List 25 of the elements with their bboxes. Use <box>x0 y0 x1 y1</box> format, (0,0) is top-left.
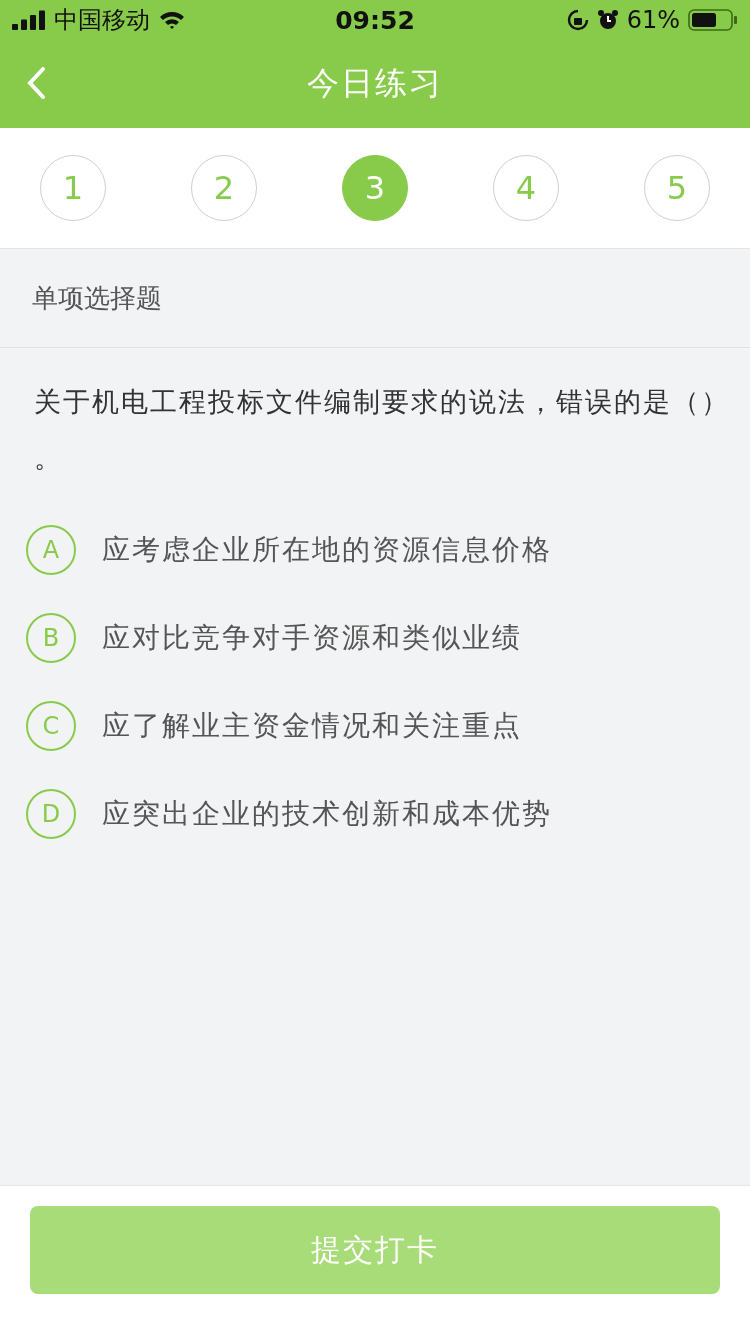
option-radio[interactable]: C <box>26 701 76 751</box>
battery-icon <box>688 9 738 31</box>
question-text: 关于机电工程投标文件编制要求的说法，错误的是（）。 <box>34 385 730 475</box>
battery-percent: 61% <box>626 6 680 34</box>
wifi-icon <box>158 10 186 30</box>
question-type: 单项选择题 <box>0 249 750 348</box>
option-radio[interactable]: D <box>26 789 76 839</box>
question-number[interactable]: 2 <box>191 155 257 221</box>
question-number[interactable]: 4 <box>493 155 559 221</box>
signal-icon <box>12 10 46 30</box>
option-text[interactable]: 应考虑企业所在地的资源信息价格 <box>102 531 552 569</box>
carrier-name: 中国移动 <box>54 5 150 36</box>
option-text[interactable]: 应了解业主资金情况和关注重点 <box>102 707 522 745</box>
back-icon <box>26 66 46 100</box>
option-radio[interactable]: B <box>26 613 76 663</box>
rotation-lock-icon <box>566 9 589 31</box>
clock-time: 09:52 <box>335 5 415 35</box>
option-text[interactable]: 应突出企业的技术创新和成本优势 <box>102 795 552 833</box>
question-number[interactable]: 1 <box>40 155 106 221</box>
option-radio[interactable]: A <box>26 525 76 575</box>
question-number[interactable]: 5 <box>644 155 710 221</box>
option-text[interactable]: 应对比竞争对手资源和类似业绩 <box>102 619 522 657</box>
page-title: 今日练习 <box>307 63 443 104</box>
alarm-icon <box>596 9 619 31</box>
question-number[interactable]: 3 <box>342 155 408 221</box>
